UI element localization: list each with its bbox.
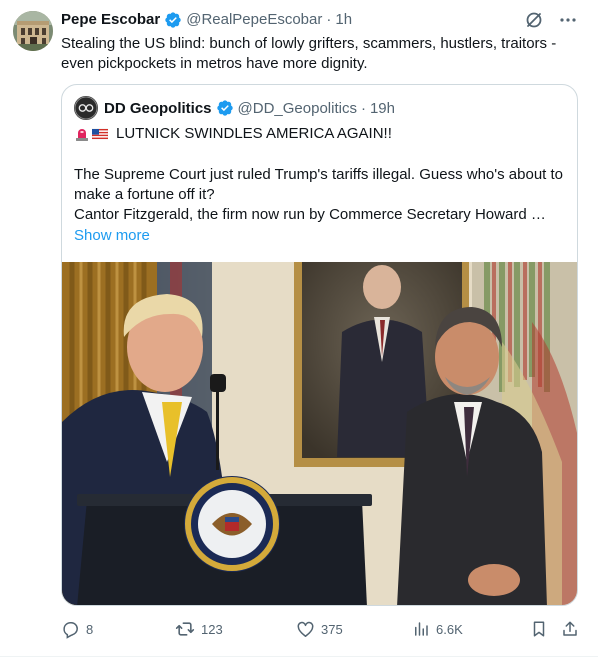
author-avatar[interactable] xyxy=(13,11,53,51)
rotating-light-icon xyxy=(76,129,88,141)
grok-icon[interactable] xyxy=(524,10,544,30)
quote-line-1: The Supreme Court just ruled Trump's tar… xyxy=(74,166,564,183)
like-icon xyxy=(297,621,314,637)
like-count: 375 xyxy=(321,621,343,637)
quote-headline: LUTNICK SWINDLES AMERICA AGAIN!! xyxy=(74,123,392,145)
bookmark-button[interactable] xyxy=(530,617,548,641)
quote-line-3: Cantor Fitzgerald, the firm now run by C… xyxy=(74,206,546,223)
dd-logo-icon xyxy=(74,96,98,120)
quote-body: The Supreme Court just ruled Trump's tar… xyxy=(74,165,569,225)
views-button[interactable]: 6.6K xyxy=(412,617,463,641)
reply-icon xyxy=(63,621,78,639)
quoted-tweet[interactable]: DD Geopolitics @DD_Geopolitics · 19h LUT… xyxy=(61,84,578,606)
author-handle[interactable]: @RealPepeEscobar xyxy=(186,10,322,30)
separator-dot: · xyxy=(360,99,366,117)
quote-author-name[interactable]: DD Geopolitics xyxy=(104,100,212,117)
repost-count: 123 xyxy=(201,621,223,637)
header-actions xyxy=(524,10,578,30)
author-name[interactable]: Pepe Escobar xyxy=(61,10,160,30)
like-button[interactable]: 375 xyxy=(296,617,343,641)
share-icon xyxy=(563,621,577,636)
repost-button[interactable]: 123 xyxy=(175,617,223,641)
quote-author-handle[interactable]: @DD_Geopolitics xyxy=(238,100,357,117)
quote-header: DD Geopolitics @DD_Geopolitics · 19h xyxy=(74,96,395,120)
quote-time[interactable]: 19h xyxy=(370,100,395,117)
show-more-link[interactable]: Show more xyxy=(74,226,150,246)
verified-badge-icon xyxy=(216,100,233,116)
avatar-image xyxy=(13,11,53,51)
share-button[interactable] xyxy=(561,617,579,641)
reply-button[interactable]: 8 xyxy=(61,617,93,641)
separator-dot: · xyxy=(326,11,332,28)
us-flag-icon xyxy=(92,128,108,140)
repost-icon xyxy=(175,622,195,636)
verified-badge-icon xyxy=(165,12,181,28)
tweet[interactable]: Pepe Escobar @RealPepeEscobar · 1h Steal… xyxy=(0,0,598,657)
quote-line-2: make a fortune off it? xyxy=(74,186,215,203)
photo-image xyxy=(62,262,577,605)
tweet-text: Stealing the US blind: bunch of lowly gr… xyxy=(61,35,557,72)
more-icon[interactable] xyxy=(558,10,578,30)
tweet-header: Pepe Escobar @RealPepeEscobar · 1h xyxy=(61,10,578,30)
quote-avatar[interactable] xyxy=(74,96,98,120)
view-count: 6.6K xyxy=(436,621,463,637)
tweet-time[interactable]: 1h xyxy=(335,10,352,30)
quote-headline-text: LUTNICK SWINDLES AMERICA AGAIN!! xyxy=(116,125,392,142)
action-bar: 8 123 375 6.6K xyxy=(61,617,581,641)
reply-count: 8 xyxy=(86,621,94,637)
quote-photo[interactable] xyxy=(62,262,577,605)
views-icon xyxy=(415,622,428,636)
bookmark-icon xyxy=(533,621,545,637)
